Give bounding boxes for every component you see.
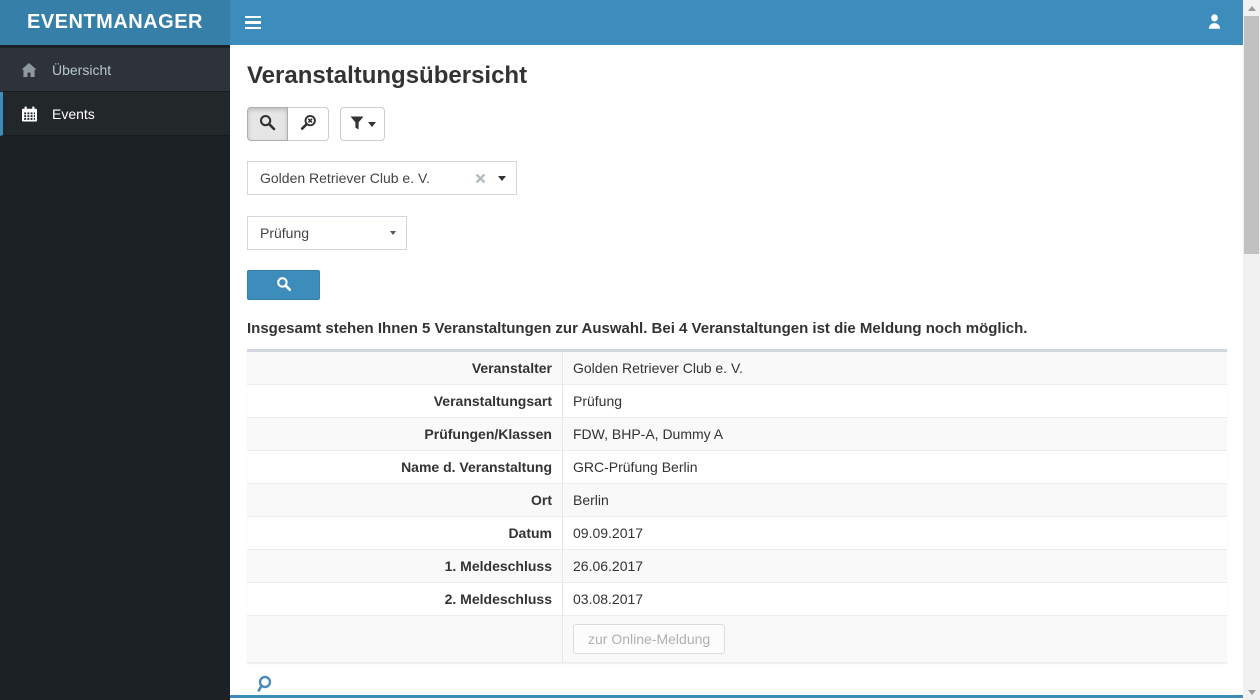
filter-button-group xyxy=(340,107,385,141)
table-row-action: zur Online-Meldung xyxy=(247,615,1227,663)
sidebar-item-label: Events xyxy=(52,105,95,122)
chevron-down-icon xyxy=(498,175,506,181)
scrollbar-thumb[interactable] xyxy=(1244,16,1259,254)
show-search-button[interactable] xyxy=(247,107,288,141)
row-value: 09.09.2017 xyxy=(562,516,1227,550)
row-value: GRC-Prüfung Berlin xyxy=(562,450,1227,484)
user-icon xyxy=(1206,13,1223,33)
row-value: 03.08.2017 xyxy=(562,582,1227,616)
event-type-select[interactable]: Prüfung xyxy=(247,216,407,250)
table-row: 2. Meldeschluss 03.08.2017 xyxy=(247,582,1227,616)
scroll-down-button[interactable] xyxy=(1243,684,1260,700)
event-box: Veranstalter Golden Retriever Club e. V. V… xyxy=(247,349,1227,663)
row-label: 2. Meldeschluss xyxy=(247,582,563,616)
sidebar-item-label: Übersicht xyxy=(52,61,112,78)
row-label: Datum xyxy=(247,516,563,550)
organizer-select-value: Golden Retriever Club e. V. xyxy=(260,170,430,186)
next-panel-top-border xyxy=(230,695,1243,698)
results-summary: Insgesamt stehen Ihnen 5 Veranstaltungen… xyxy=(247,320,1028,337)
sidebar-item-events[interactable]: Events xyxy=(0,92,230,136)
search-icon xyxy=(276,276,292,295)
table-row: Veranstaltungsart Prüfung xyxy=(247,384,1227,418)
row-label: Veranstalter xyxy=(247,352,563,385)
row-value: Prüfung xyxy=(562,384,1227,418)
chevron-down-icon xyxy=(390,231,396,235)
event-type-select-value: Prüfung xyxy=(260,225,310,241)
search-button-group xyxy=(247,107,329,141)
row-label-empty xyxy=(247,615,563,663)
row-action-cell: zur Online-Meldung xyxy=(562,615,1227,663)
table-row: Name d. Veranstaltung GRC-Prüfung Berlin xyxy=(247,450,1227,484)
table-row: Prüfungen/Klassen FDW, BHP-A, Dummy A xyxy=(247,417,1227,451)
sidebar-toggle-button[interactable] xyxy=(230,0,276,45)
sidebar-item-uebersicht[interactable]: Übersicht xyxy=(0,48,230,92)
chevron-down-icon xyxy=(367,121,376,127)
search-icon xyxy=(259,114,276,134)
row-label: Name d. Veranstaltung xyxy=(247,450,563,484)
event-table-body: Veranstalter Golden Retriever Club e. V. V… xyxy=(247,352,1227,616)
sidebar: Übersicht Events xyxy=(0,45,230,700)
organizer-select[interactable]: Golden Retriever Club e. V. xyxy=(247,161,517,195)
triangle-up-icon xyxy=(1247,5,1256,11)
top-navbar: EVENTMANAGER xyxy=(0,0,1243,45)
online-meldung-button[interactable]: zur Online-Meldung xyxy=(573,624,726,654)
row-value: Golden Retriever Club e. V. xyxy=(562,352,1227,385)
table-row: Veranstalter Golden Retriever Club e. V. xyxy=(247,352,1227,385)
hamburger-icon xyxy=(245,15,261,19)
table-row: Ort Berlin xyxy=(247,483,1227,517)
search-toolbar xyxy=(247,107,1227,141)
table-row: 1. Meldeschluss 26.06.2017 xyxy=(247,549,1227,583)
main-content: Veranstaltungsübersicht Golden Retriever… xyxy=(230,45,1243,700)
event-table: Veranstalter Golden Retriever Club e. V. V… xyxy=(247,352,1227,663)
clear-selection-icon[interactable] xyxy=(475,173,486,184)
filter-dropdown-button[interactable] xyxy=(340,107,385,141)
clear-search-button[interactable] xyxy=(288,107,329,141)
row-value: Berlin xyxy=(562,483,1227,517)
row-label: Veranstaltungsart xyxy=(247,384,563,418)
table-row: Datum 09.09.2017 xyxy=(247,516,1227,550)
triangle-down-icon xyxy=(1247,689,1256,695)
row-label: Prüfungen/Klassen xyxy=(247,417,563,451)
row-value: FDW, BHP-A, Dummy A xyxy=(562,417,1227,451)
search-submit-button[interactable] xyxy=(247,270,320,300)
event-box-footer xyxy=(247,663,1227,698)
row-label: Ort xyxy=(247,483,563,517)
search-clear-icon xyxy=(300,114,317,134)
user-menu-button[interactable] xyxy=(1193,0,1235,45)
vertical-scrollbar[interactable] xyxy=(1243,0,1260,700)
filter-icon xyxy=(350,116,364,133)
row-label: 1. Meldeschluss xyxy=(247,549,563,583)
home-icon xyxy=(18,62,40,77)
calendar-icon xyxy=(18,106,40,122)
page-title: Veranstaltungsübersicht xyxy=(247,62,528,89)
scroll-up-button[interactable] xyxy=(1243,0,1260,16)
row-value: 26.06.2017 xyxy=(562,549,1227,583)
brand-logo[interactable]: EVENTMANAGER xyxy=(0,0,230,45)
